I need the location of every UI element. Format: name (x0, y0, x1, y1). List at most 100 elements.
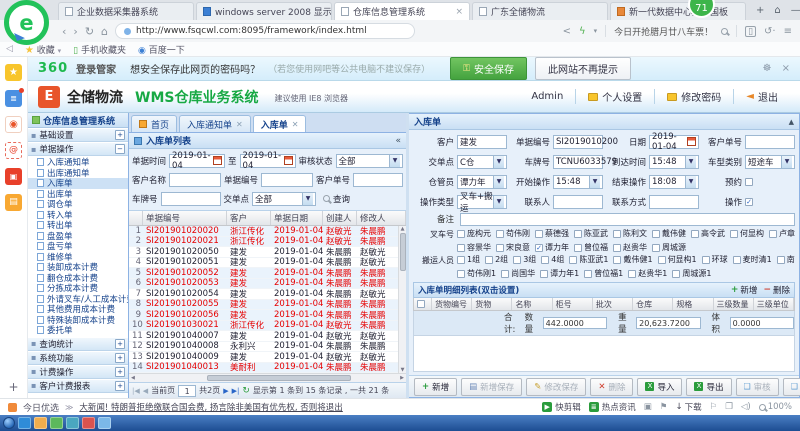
worker-option-尚国华[interactable]: 尚国华 (501, 268, 535, 279)
checkbox-icon[interactable] (457, 244, 465, 252)
browser-tab[interactable]: 新一代数据中心定制国板 (610, 2, 746, 20)
scroll-left-icon[interactable]: ◀ (131, 374, 135, 383)
checkbox-icon[interactable] (496, 244, 504, 252)
zoom-control[interactable]: 100% (759, 402, 792, 412)
worker-option-曾位福1[interactable]: 曾位福1 (584, 268, 623, 279)
sidebar-item-出库通知单[interactable]: 出库通知单 (28, 168, 128, 179)
reload-icon[interactable]: ↻ (85, 26, 94, 37)
detail-col-名称[interactable]: 名称 (512, 298, 552, 310)
menu-icon[interactable]: ≡ (784, 26, 792, 37)
worker-option-庞构元[interactable]: 庞构元 (457, 228, 491, 239)
worker-option-宋良意[interactable]: 宋良意 (496, 242, 530, 253)
point-select[interactable]: 全部▼ (252, 192, 316, 206)
tab-首页[interactable]: 首页 (131, 115, 177, 132)
checkbox-icon[interactable] (730, 230, 738, 238)
window-icon[interactable]: ❐ (725, 402, 733, 412)
customer-input[interactable] (169, 173, 221, 187)
sidebar-item-调仓单[interactable]: 调仓单 (28, 199, 128, 210)
game-icon[interactable]: ▣ (644, 402, 652, 412)
sidebar-item-维修单[interactable]: 维修单 (28, 252, 128, 263)
worker-option-何显构1[interactable]: 何显构1 (658, 254, 697, 265)
horizontal-scrollbar[interactable]: ◀ ▶ (129, 373, 406, 382)
detail-col-三级单位[interactable]: 三级单位 (754, 298, 794, 310)
checkbox-icon[interactable] (501, 270, 509, 278)
worker-option-3组[interactable]: 3组 (513, 254, 536, 265)
chevron-down-icon[interactable]: ▾ (594, 27, 598, 35)
checkbox-icon[interactable] (733, 256, 741, 264)
detail-add-button[interactable]: +新增 (731, 284, 758, 296)
detail-col-仓库[interactable]: 仓库 (633, 298, 673, 310)
bookmark-baidu[interactable]: ◉ 百度一下 (138, 43, 185, 56)
客户单号-input[interactable] (745, 135, 795, 149)
quick-clip[interactable]: ▶快剪辑 (542, 401, 581, 413)
date-from-input[interactable]: 2019-01-04 (169, 154, 225, 168)
checkbox-icon[interactable] (485, 256, 493, 264)
chevron-down-icon[interactable]: ▼ (493, 176, 504, 188)
date-to-input[interactable]: 2019-01-04 (240, 154, 296, 168)
detail-delete-button[interactable]: −删除 (763, 284, 790, 296)
worker-option-麦时清1[interactable]: 麦时清1 (733, 254, 772, 265)
客户-input[interactable]: 建发 (457, 135, 507, 149)
dismiss-site-button[interactable]: 此网站不再提示 (535, 57, 631, 80)
worker-option-戴伟健1[interactable]: 戴伟健1 (613, 254, 652, 265)
flag-icon[interactable]: ⚐ (710, 402, 718, 412)
detail-col-柜号[interactable]: 柜号 (553, 298, 593, 310)
导入-button[interactable]: X导入 (637, 378, 682, 396)
checkbox-icon[interactable] (569, 256, 577, 264)
checkbox-icon[interactable] (777, 256, 785, 264)
checkbox-icon[interactable] (613, 256, 621, 264)
worker-option-谭力年1[interactable]: 谭力年1 (540, 268, 579, 279)
worker-option-4组[interactable]: 4组 (541, 254, 564, 265)
worker-option-苟伟刚1[interactable]: 苟伟刚1 (457, 268, 496, 279)
checkbox-icon[interactable] (513, 256, 521, 264)
预约-checkbox[interactable] (745, 178, 753, 186)
sidebar-item-外请叉车/人工成本计费[interactable]: 外请叉车/人工成本计费 (28, 294, 128, 305)
worker-option-赵贵华1[interactable]: 赵贵华1 (628, 268, 667, 279)
expand-section-icon[interactable]: + (115, 339, 125, 349)
worker-option-戴伟健[interactable]: 戴伟健 (652, 228, 686, 239)
checkbox-icon[interactable] (652, 230, 660, 238)
sidebar-item-翻仓成本计费[interactable]: 翻仓成本计费 (28, 273, 128, 284)
detail-col-规格[interactable]: 规格 (673, 298, 713, 310)
sidebar-item-入库通知单[interactable]: 入库通知单 (28, 157, 128, 168)
sidebar-section-基础设置[interactable]: ▪基础设置+ (28, 128, 128, 142)
start-button[interactable] (3, 417, 15, 429)
status-select[interactable]: 全部▼ (336, 154, 403, 168)
detail-col-批次[interactable]: 批次 (593, 298, 633, 310)
taskbar-app[interactable] (82, 417, 95, 429)
checkbox-icon[interactable] (613, 230, 621, 238)
save-password-button[interactable]: ⚿安全保存 (450, 57, 527, 80)
sidebar-item-入库单[interactable]: 入库单 (28, 178, 128, 189)
mobile-icon[interactable]: ▯ (745, 26, 756, 37)
chevron-down-icon[interactable]: ▼ (589, 176, 600, 188)
结束操作-input[interactable]: 18:08▼ (649, 175, 699, 189)
new-tab-button[interactable]: + (756, 5, 764, 16)
next-page-icon[interactable]: ▶ (223, 387, 228, 395)
sidebar-item-出库单[interactable]: 出库单 (28, 189, 128, 200)
taskbar-app[interactable] (50, 417, 63, 429)
sidebar-section-查询统计[interactable]: ▪查询统计+ (28, 337, 128, 351)
scroll-thumb[interactable] (400, 233, 406, 271)
tab-入库通知单[interactable]: 入库通知单✕ (179, 115, 251, 132)
worker-option-陈亚武[interactable]: 陈亚武 (574, 228, 608, 239)
sidebar-item-特殊装卸成本计费[interactable]: 特殊装卸成本计费 (28, 315, 128, 326)
minimize-button[interactable]: — (791, 5, 800, 16)
chevron-down-icon[interactable]: ▼ (389, 155, 400, 167)
back-icon[interactable]: ‹ (62, 26, 66, 37)
close-bar-icon[interactable]: × (782, 63, 790, 74)
checkbox-icon[interactable] (613, 244, 621, 252)
checkbox-icon[interactable] (457, 270, 465, 278)
checkbox-icon[interactable] (541, 256, 549, 264)
expand-section-icon[interactable]: + (115, 353, 125, 363)
header-menu-2[interactable]: ◄退出 (733, 89, 790, 104)
操作-checkbox[interactable]: ✓ (745, 198, 753, 206)
checkbox-icon[interactable] (540, 270, 548, 278)
remark-input[interactable] (460, 213, 795, 226)
sidebar-section-系统功能[interactable]: ▪系统功能+ (28, 351, 128, 365)
header-menu-1[interactable]: 修改密码 (654, 89, 733, 104)
volume-input[interactable]: 0.0000 (730, 317, 794, 329)
车牌号-input[interactable]: TCNU6033579 (553, 155, 603, 169)
checkbox-icon[interactable] (584, 270, 592, 278)
weight-input[interactable]: 20,623.7200 (636, 317, 700, 329)
browser-tab[interactable]: 企业数据采集器系统 (58, 2, 194, 20)
